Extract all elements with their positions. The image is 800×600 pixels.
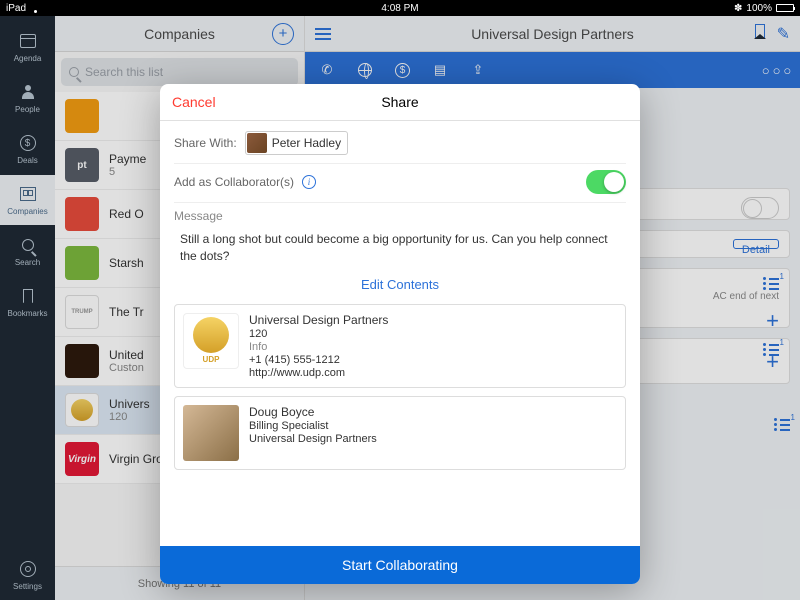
device-label: iPad [6, 3, 26, 14]
nav-people-label: People [15, 105, 40, 114]
dollar-icon: $ [20, 135, 36, 151]
nav-people[interactable]: People [0, 73, 55, 123]
companies-header: Companies + [55, 16, 304, 52]
note-icon[interactable]: ▤ [432, 62, 448, 78]
nav-deals[interactable]: $ Deals [0, 124, 55, 174]
company-logo: pt [65, 148, 99, 182]
company-logo: UDP [183, 313, 239, 369]
company-value: 120 [249, 328, 388, 340]
money-icon[interactable]: $ [395, 63, 410, 78]
share-sheet: Cancel Share Share With: Peter Hadley Ad… [160, 84, 640, 584]
recipient-name: Peter Hadley [272, 136, 341, 150]
logo-badge: UDP [203, 355, 220, 364]
collaborator-toggle[interactable] [586, 170, 626, 194]
edit-contents-button[interactable]: Edit Contents [174, 273, 626, 296]
more-icon[interactable]: ○○○ [770, 62, 786, 78]
page-title: Universal Design Partners [471, 26, 634, 42]
company-url: http://www.udp.com [249, 367, 388, 379]
recipient-chip[interactable]: Peter Hadley [245, 131, 348, 155]
nav-agenda-label: Agenda [14, 54, 42, 63]
company-subtitle: 120 [109, 411, 150, 423]
search-icon [22, 239, 34, 251]
company-logo [65, 99, 99, 133]
company-title: Red O [109, 207, 144, 221]
share-icon[interactable]: ⇪ [470, 62, 486, 78]
share-with-label: Share With: [174, 136, 237, 150]
battery-percent: 100% [746, 3, 772, 14]
company-logo: Virgin [65, 442, 99, 476]
company-subtitle: Custon [109, 362, 144, 374]
nav-search[interactable]: Search [0, 226, 55, 276]
company-subtitle: 5 [109, 166, 146, 178]
bookmark-icon [23, 289, 33, 303]
company-title: The Tr [109, 305, 144, 319]
phone-icon[interactable]: ✆ [319, 62, 335, 78]
nav-bookmarks-label: Bookmarks [7, 309, 47, 318]
statusbar-time: 4:08 PM [381, 3, 418, 14]
nav-companies-label: Companies [7, 207, 47, 216]
gear-icon [20, 561, 36, 577]
building-icon [20, 187, 36, 201]
contact-name: Doug Boyce [249, 405, 377, 419]
company-logo [65, 344, 99, 378]
company-logo [65, 393, 99, 427]
share-contact-card[interactable]: Doug Boyce Billing Specialist Universal … [174, 396, 626, 470]
start-collaborating-button[interactable]: Start Collaborating [160, 546, 640, 584]
toolbar: ✆ $ ▤ ⇪ ○○○ [305, 52, 800, 88]
toggle[interactable] [741, 197, 779, 219]
search-input[interactable]: Search this list [61, 58, 298, 86]
person-icon [21, 85, 35, 99]
company-phone: +1 (415) 555-1212 [249, 354, 388, 366]
search-icon [69, 67, 79, 77]
bookmark-icon[interactable] [755, 24, 765, 38]
list-icon[interactable]: 1 [763, 277, 779, 291]
contact-company: Universal Design Partners [249, 433, 377, 445]
add-button[interactable]: + [766, 349, 779, 375]
contact-role: Billing Specialist [249, 420, 377, 432]
message-label: Message [174, 202, 626, 223]
battery-icon [776, 4, 794, 12]
cancel-button[interactable]: Cancel [172, 94, 216, 110]
bluetooth-icon: ✽ [734, 3, 742, 14]
calendar-icon [20, 34, 36, 48]
nav-settings-label: Settings [13, 582, 42, 591]
share-company-card[interactable]: UDP Universal Design Partners 120 Info +… [174, 304, 626, 388]
nav-bookmarks[interactable]: Bookmarks [0, 277, 55, 327]
company-info-label: Info [249, 341, 388, 353]
nav-settings[interactable]: Settings [0, 550, 55, 600]
nav-agenda[interactable]: Agenda [0, 22, 55, 72]
companies-title: Companies [144, 26, 215, 42]
company-logo [65, 197, 99, 231]
nav-search-label: Search [15, 258, 40, 267]
message-text[interactable]: Still a long shot but could become a big… [174, 231, 626, 265]
search-placeholder: Search this list [85, 65, 163, 79]
company-title: United [109, 348, 144, 362]
nav-companies[interactable]: Companies [0, 175, 55, 225]
company-logo [65, 246, 99, 280]
edit-icon[interactable]: ✎ [777, 24, 790, 44]
left-nav: Agenda People $ Deals Companies Search Bo… [0, 16, 55, 600]
avatar [247, 133, 267, 153]
company-title: Starsh [109, 256, 144, 270]
contact-avatar [183, 405, 239, 461]
company-logo: TRUMP [65, 295, 99, 329]
list-icon[interactable]: 1 [774, 418, 790, 432]
sheet-title: Share [381, 94, 418, 110]
company-title: Univers [109, 397, 150, 411]
menu-icon[interactable] [315, 28, 331, 40]
nav-deals-label: Deals [17, 156, 37, 165]
info-icon[interactable]: i [302, 175, 316, 189]
add-company-button[interactable]: + [272, 23, 294, 45]
add-button[interactable]: + [766, 308, 779, 333]
wifi-icon [30, 3, 42, 13]
view-detail-button[interactable]: Detail [733, 239, 779, 249]
add-collaborator-label: Add as Collaborator(s) [174, 175, 294, 189]
company-name: Universal Design Partners [249, 313, 388, 327]
company-title: Payme [109, 152, 146, 166]
globe-icon[interactable] [357, 62, 373, 78]
